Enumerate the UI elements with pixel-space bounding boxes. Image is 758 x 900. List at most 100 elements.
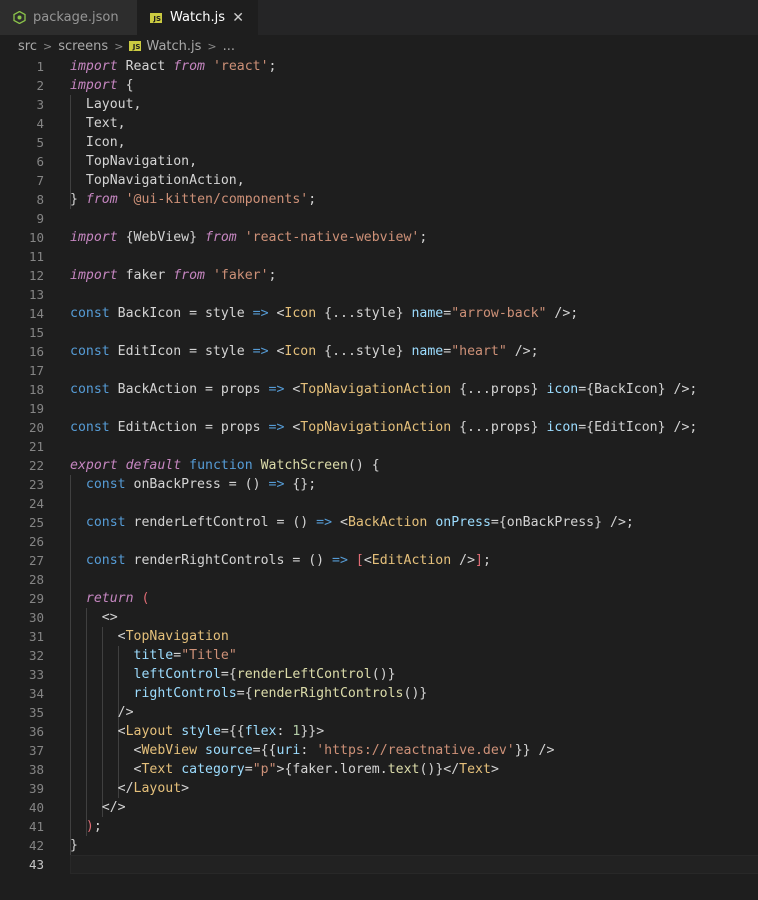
code-line[interactable]: 26 xyxy=(0,532,758,551)
code-line[interactable]: 35 /> xyxy=(0,703,758,722)
code-line[interactable]: 37 <WebView source={{uri: 'https://react… xyxy=(0,741,758,760)
code-line[interactable]: 27 const renderRightControls = () => [<E… xyxy=(0,551,758,570)
code-line[interactable]: 29 return ( xyxy=(0,589,758,608)
code-line[interactable]: 4 Text, xyxy=(0,114,758,133)
code-line[interactable]: 18 const BackAction = props => <TopNaviga… xyxy=(0,380,758,399)
code-line[interactable]: 34 rightControls={renderRightControls()} xyxy=(0,684,758,703)
code-text: Icon, xyxy=(70,135,126,150)
code-text: /> xyxy=(117,705,134,720)
code-line[interactable]: 19 xyxy=(0,399,758,418)
code-line[interactable]: 10 import {WebView} from 'react-native-we… xyxy=(0,228,758,247)
line-number: 21 xyxy=(28,439,44,454)
code-line[interactable]: 38 <Text category="p">{faker.lorem.text(… xyxy=(0,760,758,779)
code-line[interactable]: 13 xyxy=(0,285,758,304)
chevron-right-icon: > xyxy=(42,39,53,53)
line-number: 28 xyxy=(28,572,44,587)
breadcrumb-item-symbols[interactable]: ... xyxy=(223,39,235,54)
code-line[interactable]: 25 const renderLeftControl = () => <Back… xyxy=(0,513,758,532)
code-line[interactable]: 43 xyxy=(0,855,758,874)
code-line[interactable]: 9 xyxy=(0,209,758,228)
code-text: TopNavigation, xyxy=(70,154,198,169)
code-line[interactable]: 40 </> xyxy=(0,798,758,817)
line-number: 42 xyxy=(28,838,44,853)
breadcrumb: src > screens > JS Watch.js > ... xyxy=(0,35,758,57)
line-number: 3 xyxy=(36,97,44,112)
line-number: 32 xyxy=(28,648,44,663)
js-file-icon: JS xyxy=(149,11,163,25)
code-line[interactable]: 5 Icon, xyxy=(0,133,758,152)
code-line[interactable]: 2 import { xyxy=(0,76,758,95)
code-line[interactable]: 22 export default function WatchScreen() … xyxy=(0,456,758,475)
code-line[interactable]: 12 import faker from 'faker'; xyxy=(0,266,758,285)
code-line[interactable]: 20 const EditAction = props => <TopNaviga… xyxy=(0,418,758,437)
code-line[interactable]: 7 TopNavigationAction, xyxy=(0,171,758,190)
line-number: 40 xyxy=(28,800,44,815)
line-number: 43 xyxy=(28,857,44,872)
code-line[interactable]: 42} xyxy=(0,836,758,855)
code-line[interactable]: 41 ); xyxy=(0,817,758,836)
code-line[interactable]: 1 import React from 'react'; xyxy=(0,57,758,76)
code-text: rightControls={renderRightControls()} xyxy=(133,686,428,701)
code-line[interactable]: 32 title="Title" xyxy=(0,646,758,665)
line-number: 6 xyxy=(36,154,44,169)
code-text: const EditIcon = style => <Icon {...styl… xyxy=(70,344,539,359)
line-number: 34 xyxy=(28,686,44,701)
line-number: 30 xyxy=(28,610,44,625)
code-text: Text, xyxy=(70,116,126,131)
line-number: 41 xyxy=(28,819,44,834)
tab-label: Watch.js xyxy=(170,10,225,25)
line-number: 19 xyxy=(28,401,44,416)
code-text: </Layout> xyxy=(117,781,190,796)
line-number: 24 xyxy=(28,496,44,511)
code-text: TopNavigationAction, xyxy=(70,173,245,188)
line-number: 15 xyxy=(28,325,44,340)
line-number: 39 xyxy=(28,781,44,796)
line-number: 16 xyxy=(28,344,44,359)
breadcrumb-item-screens[interactable]: screens xyxy=(58,39,108,54)
code-line[interactable]: 6 TopNavigation, xyxy=(0,152,758,171)
code-text: } xyxy=(70,838,78,853)
breadcrumb-item-src[interactable]: src xyxy=(18,39,37,54)
code-line[interactable]: 3 Layout, xyxy=(0,95,758,114)
tab-package-json[interactable]: package.json xyxy=(0,0,137,35)
breadcrumb-item-file[interactable]: Watch.js xyxy=(146,39,201,54)
close-icon[interactable]: ✕ xyxy=(232,10,244,26)
code-line[interactable]: 36 <Layout style={{flex: 1}}> xyxy=(0,722,758,741)
code-text: title="Title" xyxy=(133,648,237,663)
code-text: const onBackPress = () => {}; xyxy=(85,477,317,492)
line-number: 17 xyxy=(28,363,44,378)
line-number: 5 xyxy=(36,135,44,150)
code-text: export default function WatchScreen() { xyxy=(70,458,380,473)
code-line[interactable]: 21 xyxy=(0,437,758,456)
code-line[interactable]: 39 </Layout> xyxy=(0,779,758,798)
code-line[interactable]: 33 leftControl={renderLeftControl()} xyxy=(0,665,758,684)
code-line[interactable]: 11 xyxy=(0,247,758,266)
js-file-icon: JS xyxy=(129,41,142,51)
code-text: const renderRightControls = () => [<Edit… xyxy=(85,553,491,568)
line-number: 11 xyxy=(28,249,44,264)
code-line[interactable]: 14 const BackIcon = style => <Icon {...st… xyxy=(0,304,758,323)
code-text: return ( xyxy=(85,591,150,606)
code-line[interactable]: 31 <TopNavigation xyxy=(0,627,758,646)
tab-label: package.json xyxy=(33,10,119,25)
chevron-right-icon: > xyxy=(207,39,217,53)
line-number: 9 xyxy=(36,211,44,226)
code-line[interactable]: 8} from '@ui-kitten/components'; xyxy=(0,190,758,209)
code-editor[interactable]: 1 import React from 'react'; 2 import {3 La… xyxy=(0,57,758,900)
line-number: 13 xyxy=(28,287,44,302)
code-line[interactable]: 28 xyxy=(0,570,758,589)
code-line[interactable]: 24 xyxy=(0,494,758,513)
code-line[interactable]: 15 xyxy=(0,323,758,342)
code-text: import { xyxy=(70,78,134,93)
code-line[interactable]: 16 const EditIcon = style => <Icon {...st… xyxy=(0,342,758,361)
npm-json-icon xyxy=(12,11,26,25)
code-line[interactable]: 30 <> xyxy=(0,608,758,627)
line-number: 25 xyxy=(28,515,44,530)
line-number: 31 xyxy=(28,629,44,644)
line-number: 33 xyxy=(28,667,44,682)
tab-watch-js[interactable]: JS Watch.js ✕ xyxy=(137,0,258,35)
code-text: <Layout style={{flex: 1}}> xyxy=(117,724,325,739)
code-line[interactable]: 17 xyxy=(0,361,758,380)
code-line[interactable]: 23 const onBackPress = () => {}; xyxy=(0,475,758,494)
line-number: 20 xyxy=(28,420,44,435)
